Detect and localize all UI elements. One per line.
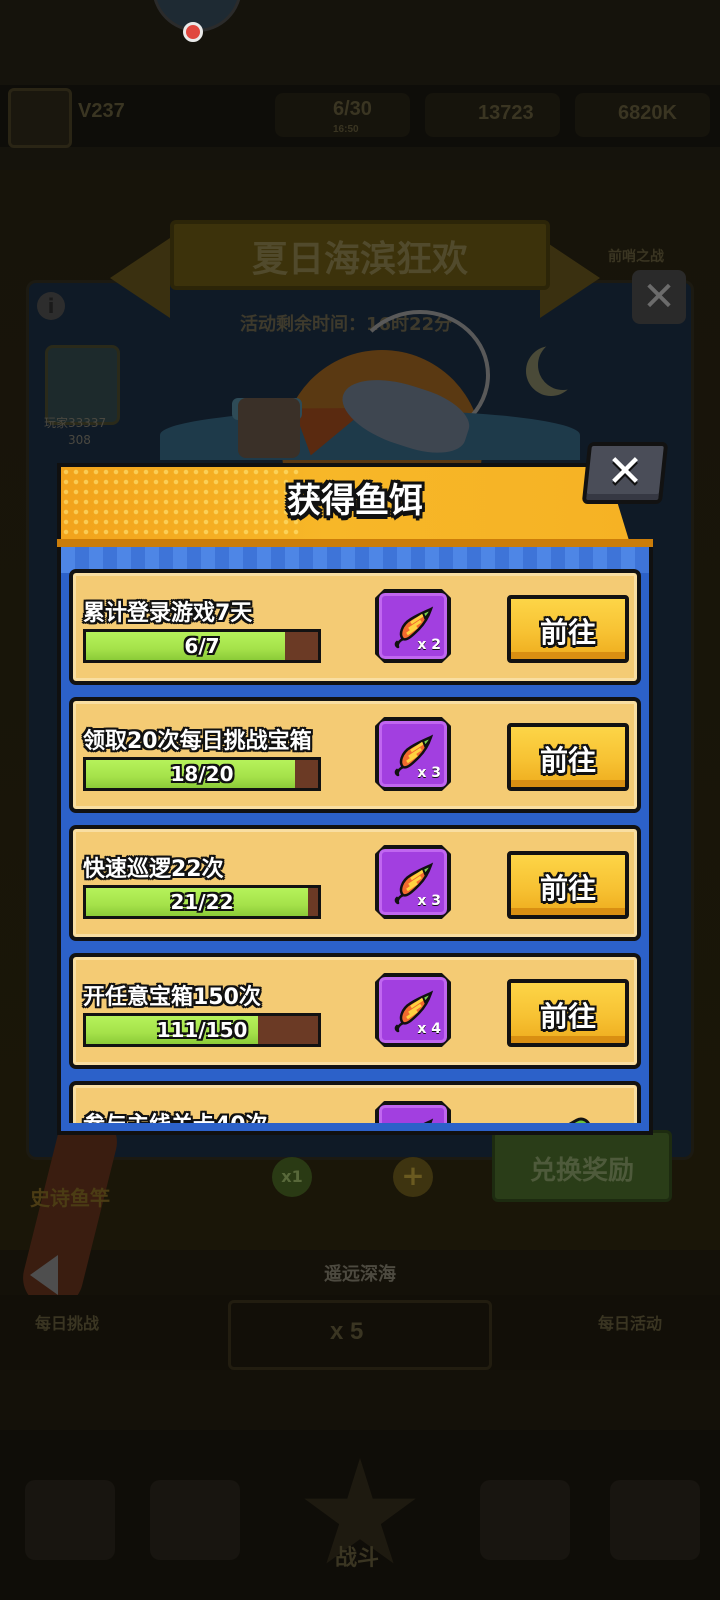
get-bait-modal: 累计登录游戏7天 6/7 x 2 前往 领取20次每日挑战宝箱 18/20 x … [55, 442, 669, 1153]
reward-tile: x 4 [375, 973, 451, 1047]
task-title: 领取20次每日挑战宝箱 [83, 729, 312, 754]
go-button-label: 前往 [539, 1000, 596, 1033]
player-avatar-frame [8, 88, 72, 148]
reward-tile: x 2 [375, 589, 451, 663]
rod-label: 史诗鱼竿 [30, 1186, 110, 1210]
go-button[interactable]: 前往 [507, 979, 629, 1047]
task-list[interactable]: 累计登录游戏7天 6/7 x 2 前往 领取20次每日挑战宝箱 18/20 x … [69, 569, 641, 1123]
task-progress-bar: 21/22 [83, 885, 321, 919]
tab-battle-label: 战斗 [335, 1545, 380, 1570]
player-score: 308 [68, 433, 91, 447]
task-progress-bar: 18/20 [83, 757, 321, 791]
task-row: 开任意宝箱150次 111/150 x 4 前往 [69, 953, 641, 1069]
task-title: 累计登录游戏7天 [83, 601, 253, 626]
daily-challenge-label: 每日挑战 [35, 1316, 100, 1333]
task-row: 累计登录游戏7天 6/7 x 2 前往 [69, 569, 641, 685]
progress-text: 6/7 [184, 634, 220, 658]
modal-header-shadow [57, 539, 653, 547]
multiplier-badge: x1 [272, 1157, 312, 1197]
task-title: 开任意宝箱150次 [83, 985, 261, 1010]
reward-tile: x 3 [375, 845, 451, 919]
vip-level: V237 [78, 100, 125, 122]
task-row: 快速巡逻22次 21/22 x 3 前往 [69, 825, 641, 941]
go-button-label: 前往 [539, 744, 596, 777]
close-icon: ✕ [606, 446, 644, 497]
tab-shop [150, 1480, 240, 1560]
reward-count: x 4 [417, 1021, 441, 1037]
plus-icon: + [393, 1157, 433, 1197]
go-button[interactable]: 前往 [507, 595, 629, 663]
modal-body: 累计登录游戏7天 6/7 x 2 前往 领取20次每日挑战宝箱 18/20 x … [57, 547, 653, 1127]
event-title: 夏日海滨狂欢 [251, 239, 468, 280]
player-avatar [45, 345, 120, 425]
progress-text: 111/150 [156, 1018, 248, 1042]
progress-text: 18/20 [170, 762, 234, 786]
go-button-label: 前往 [539, 872, 596, 905]
player-name: 玩家33337 [44, 416, 107, 430]
tab-equipment [480, 1480, 570, 1560]
fisher-character [238, 398, 300, 458]
close-button[interactable]: ✕ [581, 442, 669, 504]
energy-timer: 16:50 [333, 124, 359, 135]
tab-skills [610, 1480, 700, 1560]
modal-bottom-edge [57, 1123, 653, 1135]
progress-text: 21/22 [170, 890, 234, 914]
go-button[interactable]: 前往 [507, 723, 629, 791]
back-arrow-icon [30, 1255, 58, 1295]
daily-event-label: 每日活动 [598, 1316, 663, 1333]
task-row: 参与主线关卡40次 [69, 1081, 641, 1123]
modal-title: 获得鱼饵 [287, 481, 423, 521]
task-progress-bar: 6/7 [83, 629, 321, 663]
moon-icon [538, 340, 588, 390]
task-progress-bar: 111/150 [83, 1013, 321, 1047]
reward-tile: x 3 [375, 717, 451, 791]
bait-counter: x 5 [330, 1318, 364, 1345]
go-button[interactable]: 前往 [507, 851, 629, 919]
banner-left-arrow [110, 238, 170, 318]
notification-dot [183, 22, 203, 42]
tab-heroes [25, 1480, 115, 1560]
task-title: 快速巡逻22次 [83, 857, 224, 882]
reward-count: x 2 [417, 637, 441, 653]
go-button-label: 前往 [539, 616, 596, 649]
task-row: 领取20次每日挑战宝箱 18/20 x 3 前往 [69, 697, 641, 813]
event-close-icon: ✕ [632, 270, 686, 324]
info-icon: i [37, 292, 65, 320]
side-label: 前哨之战 [608, 248, 664, 264]
reward-count: x 3 [417, 893, 441, 909]
exchange-button-label: 兑换奖励 [529, 1156, 634, 1186]
location-label: 遥远深海 [324, 1264, 396, 1285]
energy-value: 6/30 [333, 98, 372, 120]
gold-value: 6820K [618, 102, 677, 124]
reward-count: x 3 [417, 765, 441, 781]
gems-value: 13723 [478, 102, 534, 124]
